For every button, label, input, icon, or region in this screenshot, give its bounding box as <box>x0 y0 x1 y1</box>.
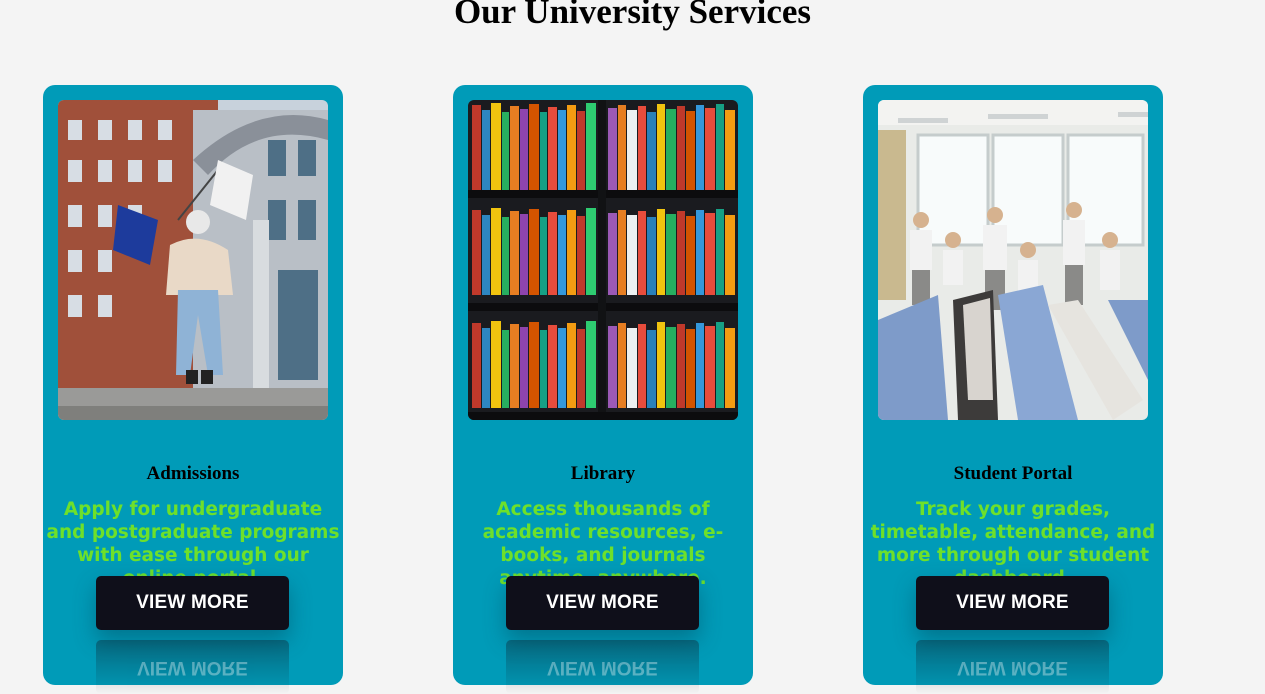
card-title: Admissions <box>146 463 240 484</box>
view-more-button-reflection: VIEW MORE <box>916 640 1109 694</box>
view-more-button-reflection: VIEW MORE <box>506 640 699 694</box>
card-title: Student Portal <box>953 463 1073 484</box>
admissions-image <box>58 100 328 420</box>
page-title: Our University Services <box>453 0 812 31</box>
service-card-library: Library Access thousands of academic res… <box>453 85 753 694</box>
student-portal-image <box>878 100 1148 420</box>
view-more-button-reflection: VIEW MORE <box>96 640 289 694</box>
view-more-button[interactable]: VIEW MORE <box>96 576 289 630</box>
library-image <box>468 100 738 420</box>
service-card-admissions: Admissions Apply for undergraduate and p… <box>43 85 343 694</box>
card-title: Library <box>570 463 636 484</box>
service-card-student-portal: Student Portal Track your grades, timeta… <box>863 85 1163 694</box>
view-more-button[interactable]: VIEW MORE <box>506 576 699 630</box>
view-more-button[interactable]: VIEW MORE <box>916 576 1109 630</box>
